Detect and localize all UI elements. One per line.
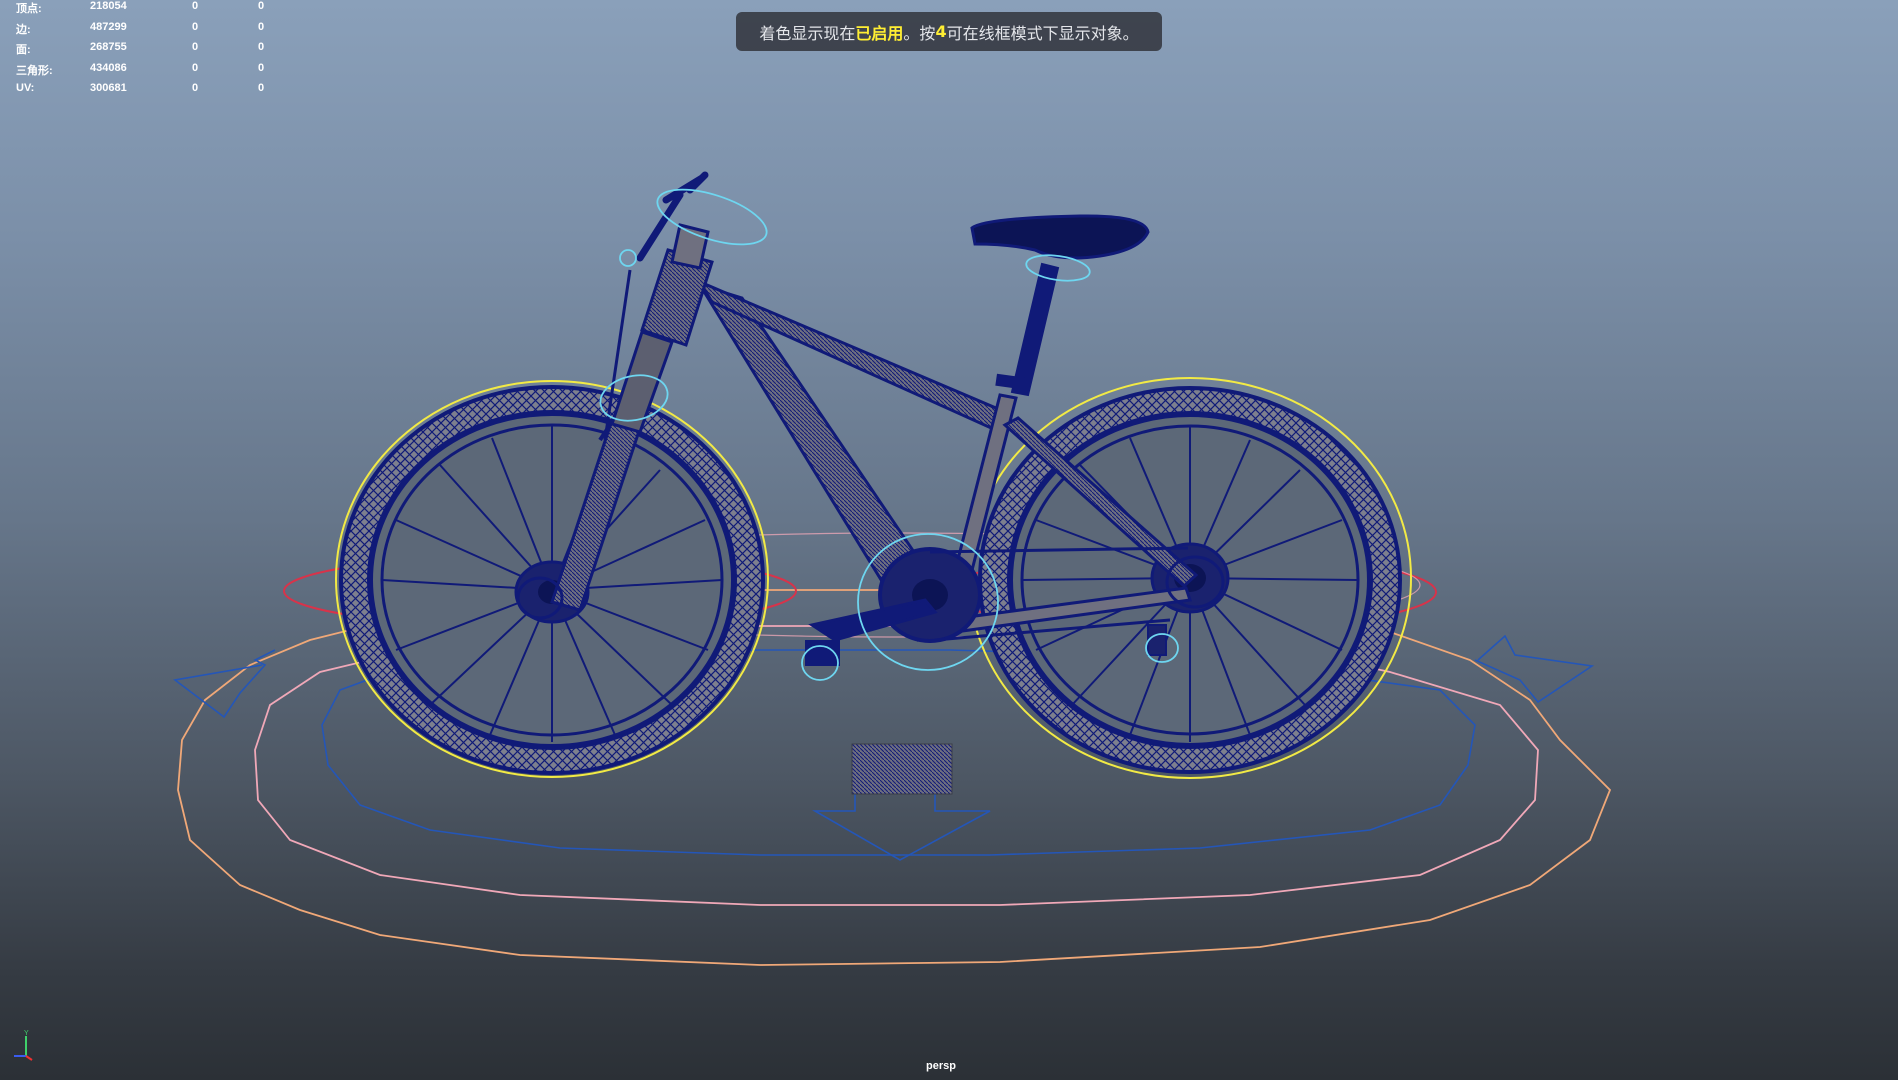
- hud-value: 300681: [90, 82, 127, 94]
- hud-value: 0: [258, 20, 265, 33]
- notice-highlight: 已启用: [855, 23, 904, 43]
- hud-value: 0: [192, 61, 199, 74]
- hud-value: 218054: [90, 0, 127, 12]
- hud-value: 0: [258, 82, 265, 94]
- notice-text: 。按: [903, 23, 936, 43]
- hud-label: 顶点:: [16, 3, 42, 15]
- hud-label: 边:: [16, 23, 31, 36]
- hud-value: 268755: [90, 41, 127, 53]
- hud-label: UV:: [16, 82, 35, 94]
- hud-label: 三角形:: [16, 64, 53, 77]
- 3d-viewport[interactable]: 顶点: 218054 0 0 边: 487299 0 0 面: 268755 0…: [0, 0, 1898, 1080]
- hud-value: 0: [192, 20, 199, 33]
- hud-value: 0: [192, 0, 199, 12]
- notice-text: 着色显示现在: [759, 23, 856, 43]
- arrow-right: [1474, 634, 1595, 704]
- front-wheel: [335, 380, 769, 778]
- ground-mesh-block: [851, 743, 953, 795]
- hud-value: 0: [258, 0, 265, 12]
- camera-name-label: persp: [926, 1060, 956, 1072]
- axis-gizmo: Y: [14, 1030, 33, 1061]
- axis-y-label: Y: [24, 1030, 29, 1037]
- hud-value: 0: [192, 41, 199, 53]
- hud-label: 面:: [16, 44, 31, 56]
- arrow-down: [812, 793, 991, 861]
- notice-text: 可在线框模式下显示对象。: [946, 23, 1139, 43]
- hud-value: 0: [258, 61, 265, 74]
- hud-value: 487299: [90, 20, 127, 33]
- bicycle-scene[interactable]: [0, 0, 1898, 1080]
- hud-value: 0: [258, 41, 265, 53]
- hud-value: 434086: [90, 61, 127, 74]
- hud-value: 0: [192, 82, 199, 94]
- shading-notice-banner: 着色显示现在 已启用 。按 4 可在线框模式下显示对象。: [736, 12, 1162, 51]
- notice-hotkey: 4: [935, 22, 947, 41]
